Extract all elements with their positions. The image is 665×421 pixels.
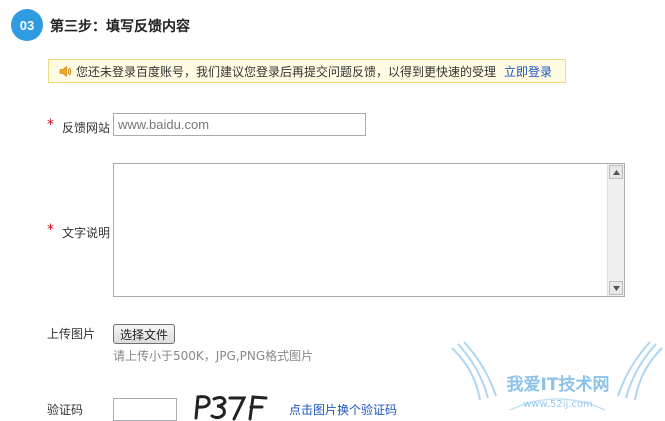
refresh-captcha-link[interactable]: 点击图片换个验证码: [289, 401, 397, 418]
speaker-icon: [59, 65, 72, 78]
choose-file-button[interactable]: 选择文件: [113, 324, 176, 344]
scroll-up-icon[interactable]: [609, 165, 623, 179]
required-mark: *: [47, 117, 54, 133]
scroll-down-icon[interactable]: [609, 281, 623, 295]
captcha-input[interactable]: [113, 398, 177, 421]
site-label: 反馈网站: [62, 121, 111, 135]
watermark-url: www.52ij.com: [523, 399, 593, 410]
required-mark: *: [47, 222, 54, 238]
step-number-badge: 03: [11, 9, 43, 41]
captcha-image[interactable]: [192, 393, 270, 421]
notice-text: 您还未登录百度账号，我们建议您登录后再提交问题反馈，以得到更快速的受理: [76, 64, 497, 79]
description-label: 文字说明: [62, 226, 111, 240]
site-watermark-logo: 我爱IT技术网 www.52ij.com: [451, 341, 663, 411]
page-title: 第三步：填写反馈内容: [50, 19, 190, 35]
watermark-title: 我爱IT技术网: [507, 374, 610, 395]
upload-hint: 请上传小于500K，JPG,PNG格式图片: [113, 349, 314, 363]
site-url-input[interactable]: [113, 113, 366, 136]
login-now-link[interactable]: 立即登录: [504, 63, 552, 80]
description-textarea[interactable]: [113, 163, 625, 297]
textarea-scrollbar[interactable]: [607, 164, 624, 296]
login-notice: 您还未登录百度账号，我们建议您登录后再提交问题反馈，以得到更快速的受理 立即登录: [48, 59, 566, 83]
upload-label: 上传图片: [47, 327, 96, 341]
captcha-label: 验证码: [47, 403, 84, 417]
